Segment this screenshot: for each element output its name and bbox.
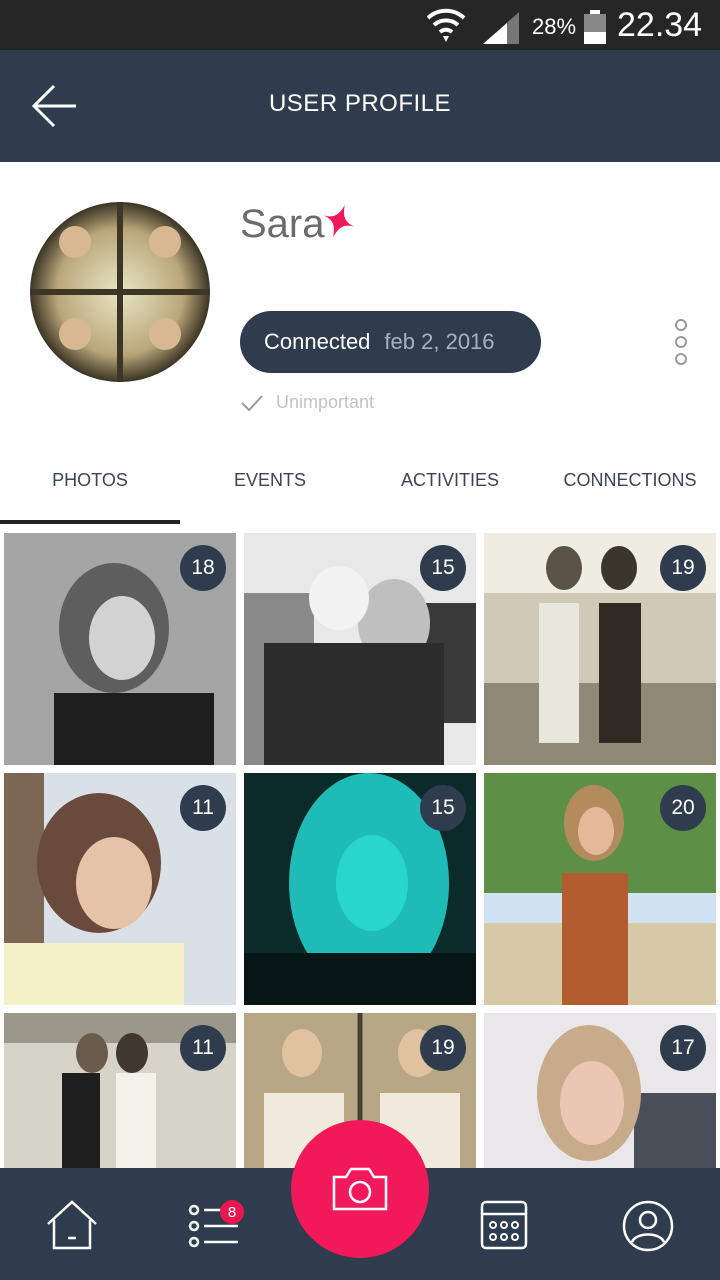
photo-count-badge: 15 (420, 785, 466, 831)
tab-activities[interactable]: ACTIVITIES (360, 440, 540, 520)
photo-count-badge: 20 (660, 785, 706, 831)
photo-count-badge: 18 (180, 545, 226, 591)
tab-connections[interactable]: CONNECTIONS (540, 440, 720, 520)
status-bar: 28% 22.34 (0, 0, 720, 50)
star-icon (321, 202, 357, 245)
photo-count-badge: 17 (660, 1025, 706, 1071)
battery-icon (584, 10, 606, 49)
profile-icon[interactable] (620, 1198, 676, 1254)
connection-status-label: Connected (264, 329, 371, 354)
photo-count-badge: 11 (180, 785, 226, 831)
photo-count-badge: 19 (660, 545, 706, 591)
notification-badge: 8 (220, 1200, 244, 1224)
camera-icon (332, 1167, 388, 1211)
photo-tile[interactable]: 11 (4, 773, 236, 1005)
photo-tile[interactable]: 19 (484, 533, 716, 765)
calendar-icon[interactable] (476, 1198, 532, 1254)
more-options-icon[interactable] (668, 318, 694, 368)
importance-toggle[interactable]: Unimportant (240, 392, 374, 413)
page-title: USER PROFILE (268, 90, 452, 117)
clock: 22.34 (617, 6, 703, 44)
photo-tile[interactable]: 15 (244, 533, 476, 765)
tab-events[interactable]: EVENTS (180, 440, 360, 520)
app-header: USER PROFILE (0, 50, 720, 162)
camera-button[interactable] (291, 1120, 429, 1258)
photo-tile[interactable]: 20 (484, 773, 716, 1005)
photo-tile[interactable]: 18 (4, 533, 236, 765)
profile-tabs: PHOTOS EVENTS ACTIVITIES CONNECTIONS (0, 440, 720, 524)
photo-tile[interactable]: 17 (484, 1013, 716, 1183)
photo-grid: 18 15 19 11 15 20 11 19 17 (0, 533, 720, 1183)
home-icon[interactable] (44, 1198, 100, 1254)
importance-label: Unimportant (276, 392, 375, 412)
active-tab-indicator (0, 520, 180, 524)
photo-tile[interactable]: 15 (244, 773, 476, 1005)
profile-name: Sara (240, 202, 325, 246)
wifi-icon (426, 6, 466, 49)
photo-tile[interactable]: 11 (4, 1013, 236, 1183)
signal-icon (483, 12, 519, 49)
battery-percentage: 28% (532, 14, 577, 39)
connection-date: feb 2, 2016 (384, 329, 495, 354)
tab-photos[interactable]: PHOTOS (0, 440, 180, 520)
check-icon (241, 394, 263, 411)
photo-count-badge: 11 (180, 1025, 226, 1071)
photo-count-badge: 15 (420, 545, 466, 591)
avatar[interactable] (30, 202, 210, 382)
photo-count-badge: 19 (420, 1025, 466, 1071)
connection-status-pill: Connected feb 2, 2016 (240, 311, 541, 373)
